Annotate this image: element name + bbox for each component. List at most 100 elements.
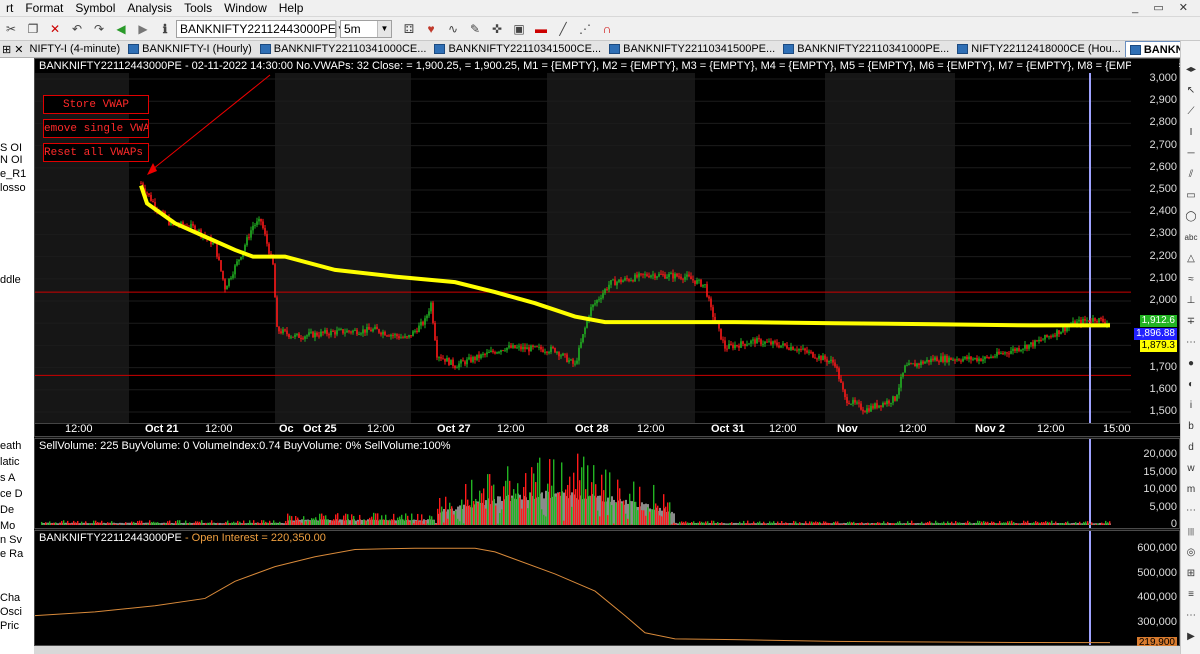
list-item[interactable]: eath (0, 440, 21, 452)
circle-icon[interactable]: ◎ (1183, 544, 1199, 560)
list-item[interactable]: n Sv (0, 534, 22, 546)
symbol-combo[interactable]: BANKNIFTY22112443000PE ▼ (176, 19, 345, 38)
oi-y-axis[interactable]: 600,000 500,000 400,000 300,000 219,900 (1131, 531, 1179, 649)
time-axis[interactable]: 12:00 Oct 21 12:00 Oc Oct 25 12:00 Oct 27 12:00… (35, 423, 1181, 436)
info-icon[interactable]: ℹ (156, 20, 174, 38)
window-controls[interactable]: _ ▭ ✕ (1132, 1, 1194, 14)
menu-file-partial[interactable]: rt (0, 1, 19, 15)
volume-bar (857, 523, 859, 525)
tab-nifty-18000ce[interactable]: NIFTY22112418000CE (Hou... (953, 41, 1125, 57)
store-vwap-button[interactable]: Store VWAP (43, 95, 149, 114)
menu-symbol[interactable]: Symbol (69, 1, 121, 15)
window-icon[interactable]: ▣ (510, 20, 528, 38)
info-icon[interactable]: i (1183, 397, 1199, 413)
heart-icon[interactable]: ♥ (422, 20, 440, 38)
tab-41000ce[interactable]: BANKNIFTY22110341000CE... (256, 41, 431, 57)
list-item[interactable]: ce D (0, 488, 23, 500)
list-item[interactable]: S OI (0, 142, 22, 154)
channel-icon[interactable]: ⫽ (1183, 166, 1199, 182)
tab-close-icon[interactable]: ⊞ ✕ (0, 41, 26, 57)
volume-bar (891, 523, 893, 525)
more-icon[interactable]: ⋯ (1183, 607, 1199, 623)
tab-nifty-4min[interactable]: NIFTY-I (4-minute) (26, 41, 125, 57)
ellipse-icon[interactable]: ◯ (1183, 208, 1199, 224)
list-item[interactable]: Mo (0, 520, 15, 532)
volume-bar (701, 521, 703, 525)
price-pane[interactable]: BANKNIFTY22112443000PE - 02-11-2022 14:3… (34, 58, 1200, 437)
horizontal-line-icon[interactable]: ─ (1183, 145, 1199, 161)
sheet-tabs-strip[interactable] (34, 646, 1180, 654)
magnet-icon[interactable]: ∩ (598, 20, 616, 38)
list-item[interactable]: N OI (0, 154, 23, 166)
list-item[interactable]: losso (0, 182, 26, 194)
tab-41500pe[interactable]: BANKNIFTY22110341500PE... (605, 41, 779, 57)
oi-chart[interactable] (35, 531, 1133, 645)
gann-icon[interactable]: ∓ (1183, 313, 1199, 329)
list-item[interactable]: e Ra (0, 548, 23, 560)
volume-y-axis[interactable]: 20,000 15,000 10,000 5,000 0 (1131, 439, 1179, 530)
draw-tool-icon[interactable]: ✎ (466, 20, 484, 38)
copy-icon[interactable]: ❐ (24, 20, 42, 38)
color-picker-icon[interactable]: ▬ (532, 20, 550, 38)
chevron-down-icon[interactable]: ▼ (377, 20, 391, 37)
list-item[interactable]: Pric (0, 620, 19, 632)
tab-banknifty-hourly[interactable]: BANKNIFTY-I (Hourly) (124, 41, 256, 57)
oi-pane[interactable]: BANKNIFTY22112443000PE - Open Interest =… (34, 530, 1180, 649)
redo-icon[interactable]: ↷ (90, 20, 108, 38)
crosshair-icon[interactable]: ✜ (488, 20, 506, 38)
menu-window[interactable]: Window (218, 1, 273, 15)
line-icon[interactable]: ⟋ (1183, 103, 1199, 119)
vertical-line-icon[interactable]: I (1183, 124, 1199, 140)
list-item[interactable]: ddle (0, 274, 21, 286)
w-icon[interactable]: w (1183, 460, 1199, 476)
play-icon[interactable]: ▶ (1183, 628, 1199, 644)
price-y-axis[interactable]: 3,000 2,900 2,800 2,700 2,600 2,500 2,400 2,300… (1131, 59, 1179, 423)
more-icon[interactable]: ⋯ (1183, 502, 1199, 518)
volume-bar (207, 522, 209, 525)
back-icon[interactable]: ◀ (112, 20, 130, 38)
triangle-icon[interactable]: △ (1183, 250, 1199, 266)
reset-all-vwaps-button[interactable]: Reset all VWAPs (43, 143, 149, 162)
b-icon[interactable]: b (1183, 418, 1199, 434)
list-item[interactable]: s A (0, 472, 15, 484)
forward-icon[interactable]: ▶ (134, 20, 152, 38)
list-icon[interactable]: ≡ (1183, 586, 1199, 602)
grid-icon[interactable]: ⊞ (1183, 565, 1199, 581)
fib-icon[interactable]: ⊥ (1183, 292, 1199, 308)
bars-icon[interactable]: ||| (1183, 523, 1199, 539)
menu-analysis[interactable]: Analysis (121, 1, 178, 15)
d-icon[interactable]: d (1183, 439, 1199, 455)
remove-single-vwap-button[interactable]: emove single VWA (43, 119, 149, 138)
list-item[interactable]: Cha (0, 592, 20, 604)
theme-icon[interactable]: ◐ (1183, 376, 1199, 392)
line-tool-icon[interactable]: ╱ (554, 20, 572, 38)
volume-chart[interactable] (35, 439, 1133, 528)
tab-41500ce[interactable]: BANKNIFTY22110341500CE... (430, 41, 605, 57)
list-item[interactable]: latic (0, 456, 20, 468)
menu-format[interactable]: Format (19, 1, 69, 15)
scroll-icon[interactable]: ◂▸ (1183, 61, 1199, 77)
text-icon[interactable]: abc (1183, 229, 1199, 245)
wave-icon[interactable]: ≈ (1183, 271, 1199, 287)
menu-help[interactable]: Help (273, 1, 310, 15)
list-item[interactable]: De (0, 504, 14, 516)
grid-icon[interactable]: ⚃ (400, 20, 418, 38)
rectangle-icon[interactable]: ▭ (1183, 187, 1199, 203)
tab-41000pe[interactable]: BANKNIFTY22110341000PE... (779, 41, 953, 57)
chart-style-icon[interactable]: ∿ (444, 20, 462, 38)
interval-combo[interactable]: 5m ▼ (340, 19, 392, 38)
volume-bar (883, 521, 885, 525)
color-icon[interactable]: ● (1183, 355, 1199, 371)
menu-tools[interactable]: Tools (178, 1, 218, 15)
list-item[interactable]: e_R1 (0, 168, 26, 180)
price-chart[interactable] (35, 59, 1133, 436)
dots-tool-icon[interactable]: ⋰ (576, 20, 594, 38)
undo-icon[interactable]: ↶ (68, 20, 86, 38)
list-item[interactable]: Osci (0, 606, 22, 618)
close-icon[interactable]: ✕ (46, 20, 64, 38)
pointer-icon[interactable]: ↖ (1183, 82, 1199, 98)
cut-icon[interactable]: ✂ (2, 20, 20, 38)
more-icon[interactable]: ⋯ (1183, 334, 1199, 350)
volume-pane[interactable]: SellVolume: 225 BuyVolume: 0 VolumeIndex… (34, 438, 1180, 530)
m-icon[interactable]: m (1183, 481, 1199, 497)
